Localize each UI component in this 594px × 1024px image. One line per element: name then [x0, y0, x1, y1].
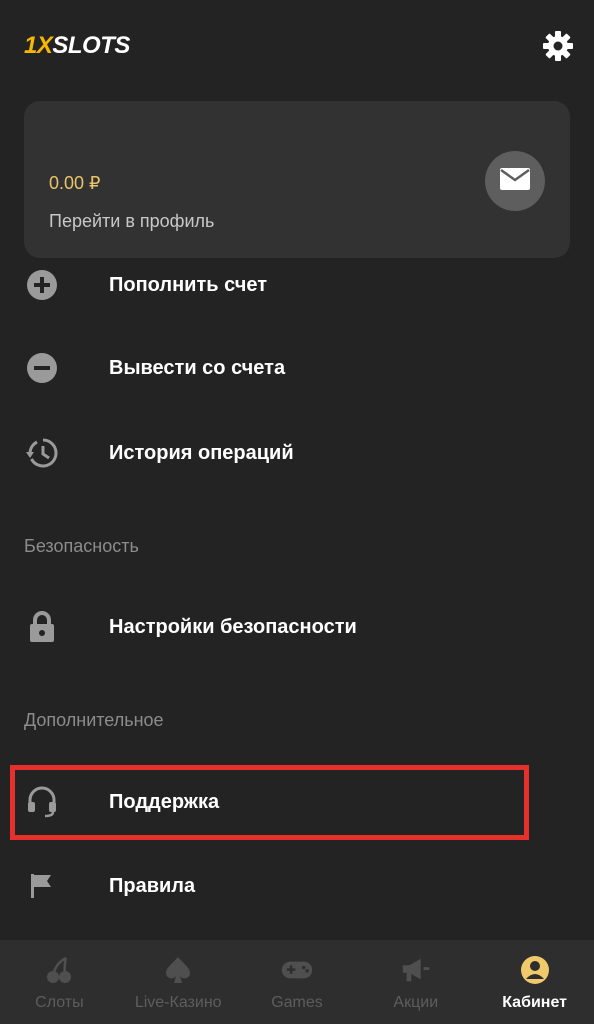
menu-item-label: Вывести со счета — [109, 356, 286, 379]
logo-part-1x: 1X — [24, 32, 53, 59]
plus-circle-icon — [24, 267, 60, 303]
menu-item-support[interactable]: Поддержка — [0, 760, 594, 844]
nav-label: Live-Казино — [134, 994, 222, 1011]
nav-label: Кабинет — [502, 994, 567, 1011]
history-icon — [24, 435, 60, 471]
nav-label: Слоты — [35, 994, 84, 1011]
nav-label: Games — [271, 994, 323, 1011]
menu-item-withdraw[interactable]: Вывести со счета — [0, 326, 594, 410]
section-title-security: Безопасность — [24, 536, 139, 556]
profile-card[interactable]: 0.00 ₽ Перейти в профиль — [24, 101, 570, 258]
flag-icon — [24, 868, 60, 904]
menu-item-label: История операций — [109, 441, 294, 464]
user-circle-icon — [519, 954, 551, 986]
menu-item-label: Поддержка — [109, 790, 220, 813]
profile-link[interactable]: Перейти в профиль — [49, 211, 214, 232]
menu-item-history[interactable]: История операций — [0, 411, 594, 495]
gear-icon — [542, 30, 574, 67]
nav-cabinet[interactable]: Кабинет — [475, 940, 594, 1024]
spade-icon — [162, 954, 194, 986]
megaphone-icon — [400, 954, 432, 986]
logo-part-slots: SLOTS — [52, 32, 130, 59]
menu-item-label: Правила — [109, 874, 196, 897]
balance-value: 0.00 ₽ — [49, 173, 101, 193]
section-title-additional: Дополнительное — [24, 710, 164, 730]
bottom-nav: Слоты Live-Казино Games Акции Кабинет — [0, 940, 594, 1024]
headset-icon — [24, 784, 60, 820]
nav-games[interactable]: Games — [238, 940, 357, 1024]
app-header: 1X SLOTS — [0, 0, 594, 92]
gamepad-icon — [281, 954, 313, 986]
menu-item-label: Настройки безопасности — [109, 615, 357, 638]
logo: 1X SLOTS — [24, 32, 130, 60]
app-root: Пополнить счет Вывести со счета История … — [0, 0, 594, 1024]
menu-item-rules[interactable]: Правила — [0, 844, 594, 928]
nav-label: Акции — [393, 994, 439, 1011]
nav-slots[interactable]: Слоты — [0, 940, 119, 1024]
nav-live-casino[interactable]: Live-Казино — [119, 940, 238, 1024]
menu-item-label: Пополнить счет — [109, 273, 267, 296]
lock-icon — [24, 609, 60, 645]
messages-button[interactable] — [485, 151, 545, 211]
minus-circle-icon — [24, 350, 60, 386]
cherries-icon — [43, 954, 75, 986]
settings-button[interactable] — [538, 28, 578, 68]
nav-promotions[interactable]: Акции — [356, 940, 475, 1024]
menu-item-security-settings[interactable]: Настройки безопасности — [0, 585, 594, 669]
envelope-icon — [500, 167, 530, 195]
